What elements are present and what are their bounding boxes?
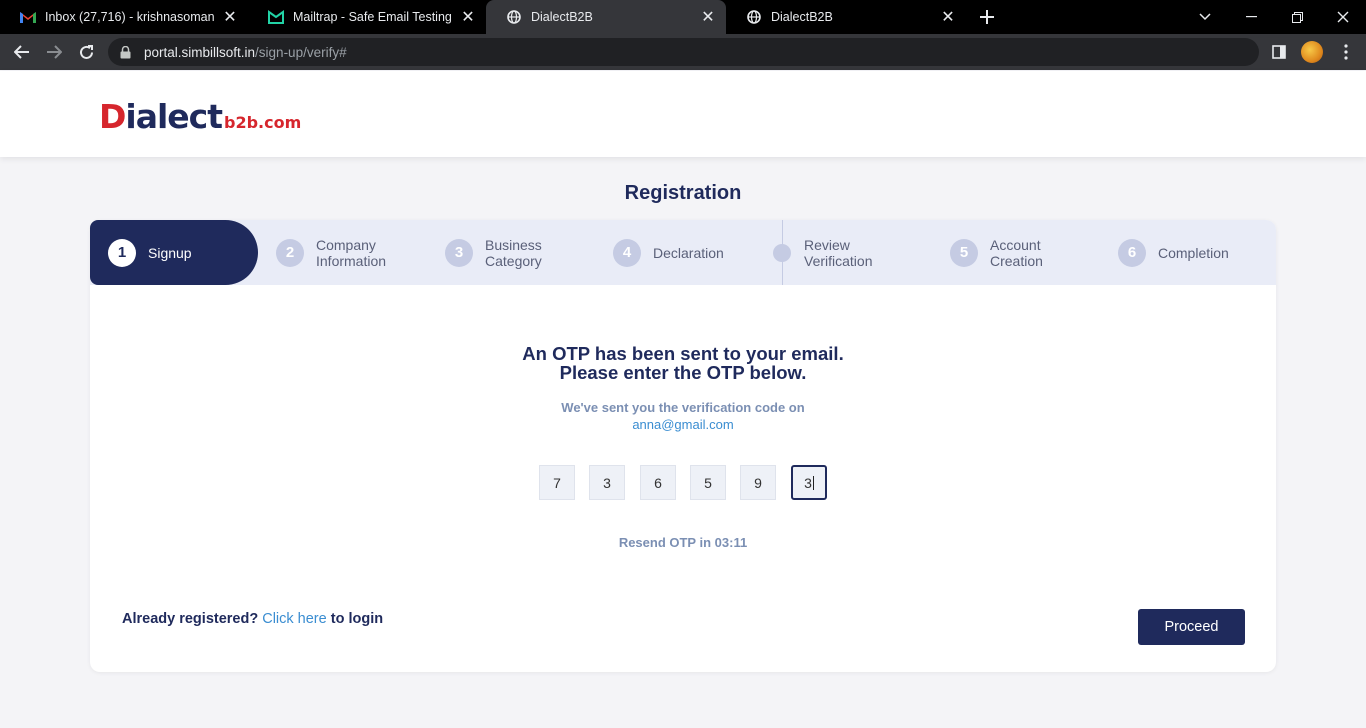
step-label: Account Creation	[990, 236, 1043, 269]
step-label: Business Category	[485, 236, 542, 269]
registration-card: 1 Signup 2 Company Information 3 Busines…	[90, 220, 1276, 672]
otp-subtext: We've sent you the verification code on	[561, 400, 805, 415]
step-number: 6	[1118, 238, 1146, 267]
side-panel-icon[interactable]	[1267, 40, 1291, 64]
browser-tab-dialect-active[interactable]: DialectB2B ✕	[486, 0, 726, 34]
otp-digit-4[interactable]: 5	[690, 465, 726, 500]
already-registered-text: Already registered? Click here to login	[122, 611, 383, 627]
login-link[interactable]: Click here	[262, 611, 326, 627]
step-business-category: 3 Business Category	[445, 220, 542, 285]
lock-icon[interactable]	[120, 45, 134, 59]
url-text: portal.simbillsoft.in/sign-up/verify#	[144, 44, 347, 60]
mailtrap-icon	[268, 9, 284, 25]
close-icon[interactable]: ✕	[220, 7, 240, 27]
otp-heading: An OTP has been sent to your email. Plea…	[90, 344, 1276, 382]
step-label: Company Information	[316, 236, 387, 269]
browser-tab-dialect[interactable]: DialectB2B ✕	[726, 0, 966, 34]
step-number: 1	[108, 238, 136, 267]
logo-text: ialect	[125, 97, 223, 136]
globe-icon	[506, 9, 522, 25]
tab-title: DialectB2B	[771, 10, 833, 24]
page-title: Registration	[624, 182, 742, 204]
back-arrow-icon[interactable]	[8, 38, 36, 66]
step-label: Declaration	[653, 244, 724, 261]
window-close-icon[interactable]	[1320, 0, 1366, 34]
step-dot-icon	[773, 243, 791, 262]
step-company-information: 2 Company Information	[276, 220, 386, 285]
browser-tab-mailtrap[interactable]: Mailtrap - Safe Email Testing ✕	[248, 0, 486, 34]
otp-heading-line1: An OTP has been sent to your email.	[522, 343, 844, 364]
close-icon[interactable]: ✕	[698, 7, 718, 27]
otp-digit-6-value: 3	[804, 474, 812, 491]
otp-digit-6[interactable]: 3	[791, 465, 827, 500]
profile-avatar[interactable]	[1301, 41, 1323, 63]
browser-tab-gmail[interactable]: Inbox (27,716) - krishnasomanna ✕	[0, 0, 248, 34]
text-caret	[812, 475, 814, 490]
logo-letter-d: D	[99, 97, 126, 136]
close-icon[interactable]: ✕	[938, 7, 958, 27]
proceed-button[interactable]: Proceed	[1138, 609, 1245, 645]
otp-email: anna@gmail.com	[632, 417, 734, 432]
tab-search-chevron-down-icon[interactable]	[1182, 0, 1228, 34]
more-menu-icon[interactable]	[1334, 40, 1358, 64]
otp-heading-line2: Please enter the OTP below.	[559, 362, 807, 383]
tab-title: DialectB2B	[531, 10, 593, 24]
gmail-icon	[20, 9, 36, 25]
step-declaration: 4 Declaration	[613, 220, 724, 285]
to-login-label: to login	[330, 611, 384, 627]
dialect-logo[interactable]: Dialect b2b.com	[99, 97, 301, 136]
step-account-creation: 5 Account Creation	[950, 220, 1043, 285]
step-number: 3	[445, 238, 473, 267]
step-label: Completion	[1158, 244, 1229, 261]
new-tab-icon[interactable]	[976, 6, 998, 28]
browser-toolbar: portal.simbillsoft.in/sign-up/verify#	[0, 34, 1366, 94]
step-number: 2	[276, 238, 304, 267]
stepper: 1 Signup 2 Company Information 3 Busines…	[90, 220, 1276, 285]
site-header: Dialect b2b.com	[0, 71, 1366, 157]
step-label: Signup	[148, 244, 192, 261]
step-review-verification: Review Verification	[773, 220, 872, 285]
close-icon[interactable]: ✕	[458, 7, 478, 27]
browser-tab-strip: Inbox (27,716) - krishnasomanna ✕ Mailtr…	[0, 0, 1366, 34]
forward-arrow-icon[interactable]	[40, 38, 68, 66]
already-registered-label: Already registered?	[122, 611, 259, 627]
tab-title: Inbox (27,716) - krishnasomanna	[45, 10, 214, 24]
step-label: Review Verification	[804, 236, 873, 269]
reload-icon[interactable]	[72, 38, 100, 66]
resend-otp-timer: Resend OTP in 03:11	[618, 535, 748, 550]
step-number: 4	[613, 238, 641, 267]
step-signup: 1 Signup	[90, 220, 258, 285]
step-completion: 6 Completion	[1118, 220, 1229, 285]
globe-icon	[746, 9, 762, 25]
logo-suffix: b2b.com	[224, 113, 302, 132]
otp-digit-2[interactable]: 3	[589, 465, 625, 500]
minimize-icon[interactable]	[1228, 0, 1274, 34]
tab-title: Mailtrap - Safe Email Testing	[293, 10, 452, 24]
address-bar[interactable]: portal.simbillsoft.in/sign-up/verify#	[108, 38, 1259, 66]
step-number: 5	[950, 238, 978, 267]
otp-digit-5[interactable]: 9	[740, 465, 776, 500]
restore-icon[interactable]	[1274, 0, 1320, 34]
otp-digit-3[interactable]: 6	[640, 465, 676, 500]
otp-digit-1[interactable]: 7	[539, 465, 575, 500]
